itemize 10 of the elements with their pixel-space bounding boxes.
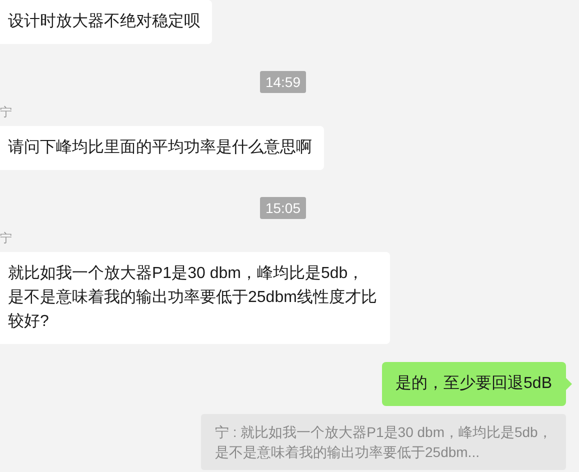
message-bubble: 是的，至少要回退5dB [382, 362, 566, 406]
timestamp: 15:05 [260, 197, 306, 219]
sender-name: 宁 [0, 105, 12, 119]
sender-name: 宁 [0, 231, 12, 245]
message-bubble: 设计时放大器不绝对稳定呗 [0, 0, 212, 44]
bubble-tail-icon [566, 378, 572, 390]
quoted-message: 宁 : 就比如我一个放大器P1是30 dbm，峰均比是5db，是不是意味着我的输出功率要低于25dbm... [201, 414, 566, 470]
message-bubble: 请问下峰均比里面的平均功率是什么意思啊 [0, 126, 324, 170]
message-bubble: 就比如我一个放大器P1是30 dbm，峰均比是5db，是不是意味着我的输出功率要低于25dbm线性度才比较好? [0, 252, 390, 344]
timestamp: 14:59 [260, 71, 306, 93]
